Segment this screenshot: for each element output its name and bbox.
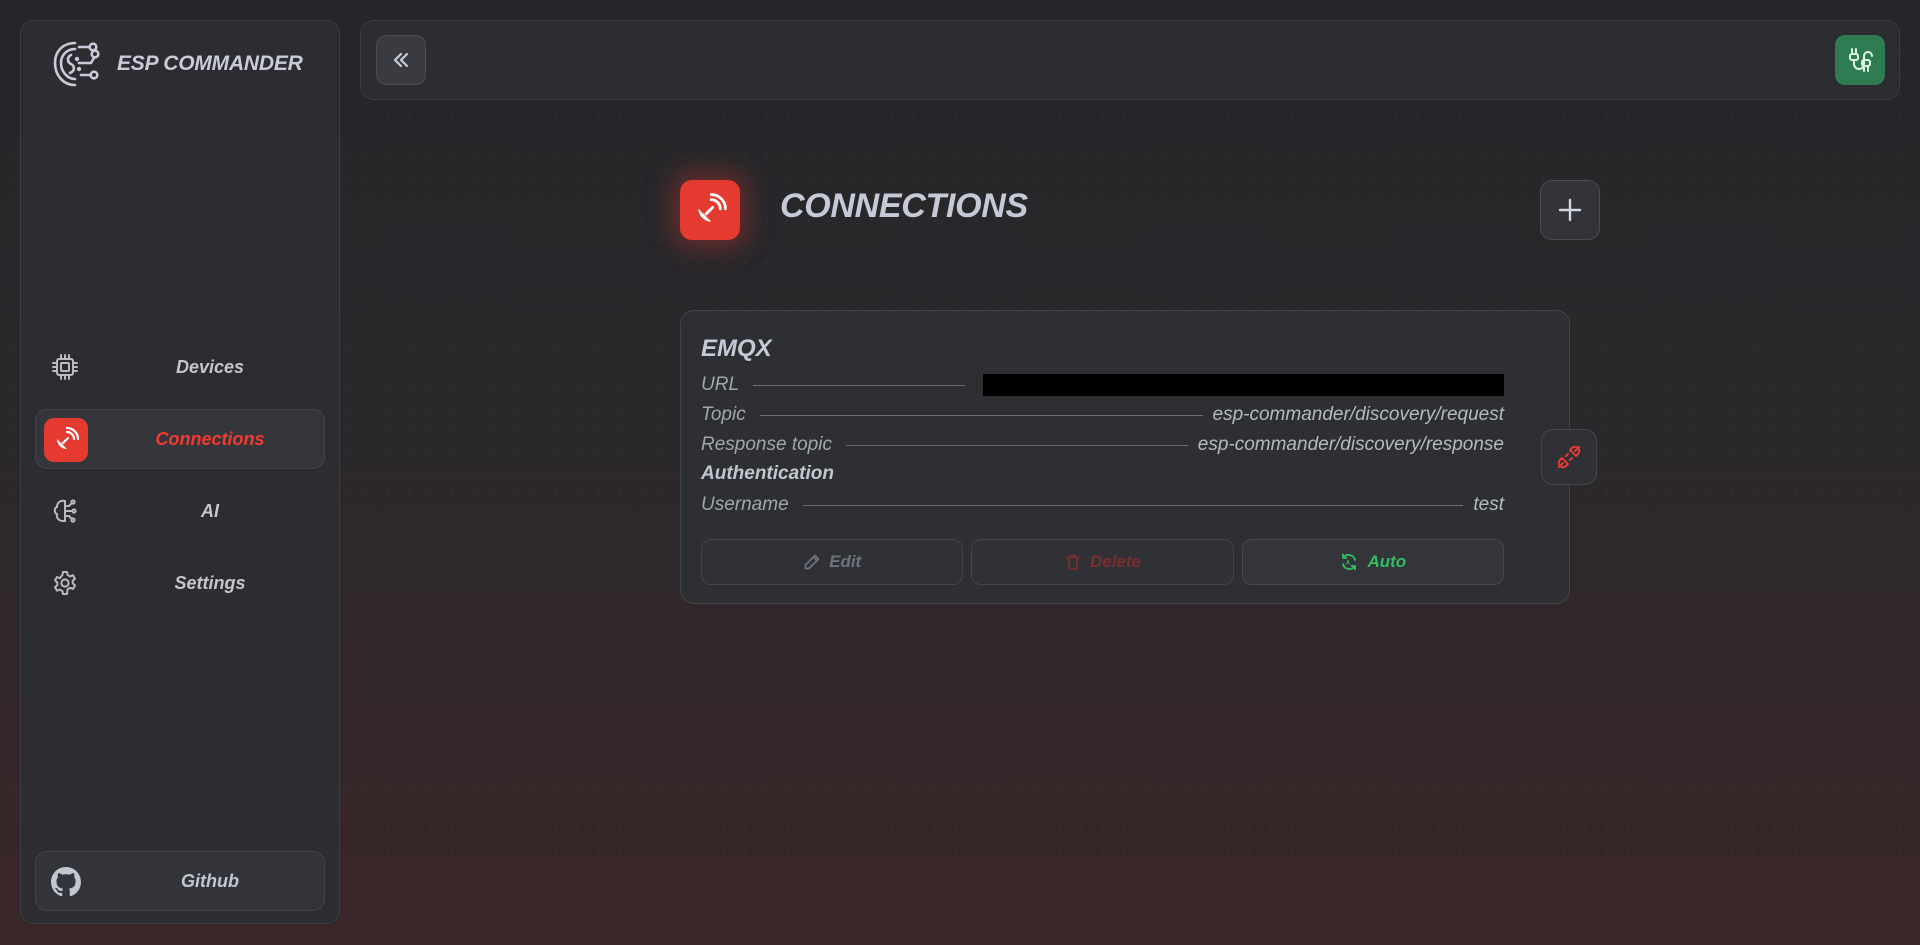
- username-value: test: [1473, 494, 1504, 515]
- github-link[interactable]: Github: [35, 851, 325, 911]
- authentication-heading: Authentication: [701, 463, 834, 484]
- sidebar-item-label: Devices: [175, 356, 245, 377]
- connection-actions: Edit Delete A Auto: [701, 539, 1504, 585]
- top-bar: [360, 20, 1900, 100]
- topic-row: Topic esp-commander/discovery/request: [701, 403, 1504, 427]
- trash-icon: [1066, 554, 1080, 570]
- connection-status-button[interactable]: [1835, 35, 1885, 85]
- username-row: Username test: [701, 493, 1504, 517]
- auto-sync-icon: A: [1342, 553, 1357, 571]
- sidebar: ESP COMMANDER Devices Connections AI Set…: [20, 20, 340, 924]
- sidebar-item-devices[interactable]: Devices: [35, 337, 325, 397]
- auto-button[interactable]: A Auto: [1241, 539, 1504, 585]
- unplug-icon: [1557, 445, 1581, 469]
- sidebar-item-label: Connections: [155, 428, 265, 449]
- url-value-redacted: [983, 374, 1504, 396]
- collapse-sidebar-button[interactable]: [376, 35, 426, 85]
- connection-name: EMQX: [701, 335, 772, 362]
- sidebar-item-label: AI: [201, 500, 219, 521]
- page-title: CONNECTIONS: [780, 187, 1028, 225]
- satellite-dish-icon: [698, 193, 727, 222]
- github-label: Github: [181, 870, 239, 891]
- sidebar-item-settings[interactable]: Settings: [35, 553, 325, 613]
- sidebar-item-ai[interactable]: AI: [35, 481, 325, 541]
- url-row: URL: [701, 373, 1504, 397]
- response-topic-value: esp-commander/discovery/response: [1197, 434, 1504, 455]
- row-divider: [845, 444, 1188, 446]
- sidebar-item-connections[interactable]: Connections: [35, 409, 325, 469]
- row-divider: [802, 504, 1464, 506]
- circuit-brain-logo: [53, 41, 100, 87]
- brand-name: ESP COMMANDER: [117, 52, 303, 75]
- delete-label: Delete: [1089, 552, 1141, 571]
- edit-button[interactable]: Edit: [701, 539, 964, 585]
- response-topic-row: Response topic esp-commander/discovery/r…: [701, 433, 1504, 457]
- delete-button[interactable]: Delete: [971, 539, 1234, 585]
- topic-value: esp-commander/discovery/request: [1212, 404, 1504, 425]
- plus-icon: [1558, 198, 1582, 222]
- auto-label: Auto: [1367, 552, 1407, 571]
- svg-text:A: A: [1345, 561, 1350, 567]
- pencil-icon: [804, 554, 820, 570]
- page-header-icon: [680, 180, 740, 240]
- add-connection-button[interactable]: [1540, 180, 1600, 240]
- edit-label: Edit: [829, 552, 862, 571]
- connection-card: EMQX URL Topic esp-commander/discovery/r…: [680, 310, 1570, 604]
- plug-icon: [1849, 48, 1873, 72]
- row-divider: [759, 414, 1203, 416]
- row-divider: [753, 384, 966, 386]
- username-label: Username: [701, 494, 789, 515]
- response-topic-label: Response topic: [701, 434, 832, 455]
- url-label: URL: [701, 374, 740, 395]
- topic-label: Topic: [701, 404, 746, 425]
- sidebar-item-label: Settings: [174, 572, 246, 593]
- chevrons-left-icon: [393, 52, 409, 68]
- brand[interactable]: ESP COMMANDER: [49, 37, 303, 91]
- disconnect-button[interactable]: [1541, 429, 1597, 485]
